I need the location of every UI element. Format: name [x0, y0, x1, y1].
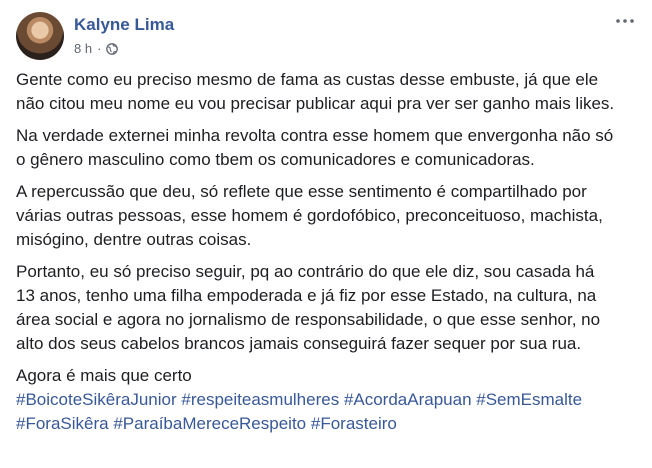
- author-name[interactable]: Kalyne Lima: [74, 15, 174, 35]
- hashtag-list: #BoicoteSikêraJunior #respeiteasmulheres…: [16, 388, 616, 436]
- post-closing-line: Agora é mais que certo: [16, 366, 192, 385]
- post-closing-block: Agora é mais que certo #BoicoteSikêraJun…: [16, 364, 616, 436]
- hashtag-link[interactable]: #Forasteiro: [311, 414, 397, 433]
- post-submeta: 8 h ·: [74, 41, 174, 57]
- post-header: Kalyne Lima 8 h ·: [16, 12, 174, 60]
- facebook-post: Kalyne Lima 8 h · Gente como eu preciso …: [0, 0, 652, 468]
- post-paragraph-1: Gente como eu preciso mesmo de fama as c…: [16, 70, 615, 113]
- post-paragraph-2: Na verdade externei minha revolta contra…: [16, 126, 614, 169]
- globe-icon[interactable]: [106, 43, 119, 55]
- post-paragraph-3: A repercussão que deu, só reflete que es…: [16, 182, 603, 249]
- hashtag-link[interactable]: #SemEsmalte: [476, 390, 582, 409]
- post-timestamp[interactable]: 8 h: [74, 41, 92, 57]
- hashtag-link[interactable]: #respeiteasmulheres: [181, 390, 339, 409]
- hashtag-link[interactable]: #ForaSikêra: [16, 414, 109, 433]
- post-content: Gente como eu preciso mesmo de fama as c…: [16, 68, 616, 436]
- hashtag-link[interactable]: #AcordaArapuan: [344, 390, 472, 409]
- avatar[interactable]: [16, 12, 64, 60]
- hashtag-link[interactable]: #ParaíbaMereceRespeito: [113, 414, 306, 433]
- post-meta: Kalyne Lima 8 h ·: [74, 12, 174, 60]
- post-paragraph-4: Portanto, eu só preciso seguir, pq ao co…: [16, 262, 601, 353]
- hashtag-link[interactable]: #BoicoteSikêraJunior: [16, 390, 177, 409]
- meta-separator: ·: [97, 41, 102, 56]
- more-options-icon[interactable]: [614, 12, 636, 30]
